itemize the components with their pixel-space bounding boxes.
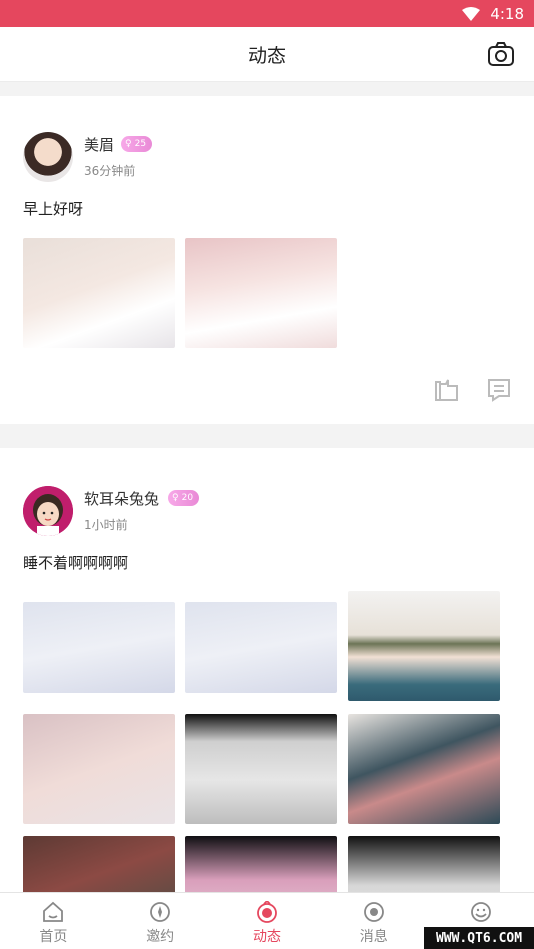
camera-icon[interactable]: [487, 41, 515, 67]
comment-icon[interactable]: [487, 378, 511, 402]
nav-label: 邀约: [146, 929, 175, 945]
username[interactable]: 软耳朵兔兔: [84, 488, 159, 509]
post-photo[interactable]: [348, 714, 500, 824]
post-photo[interactable]: [348, 836, 500, 892]
feed-list[interactable]: 美眉 ♀ 25 36分钟前 早上好呀 软耳朵兔兔 ♀ 20 1小时前 睡不着啊啊…: [0, 82, 534, 892]
top-header: 动态: [0, 27, 534, 82]
badge-icon: ♀: [125, 139, 132, 149]
post-photo[interactable]: [23, 602, 175, 693]
avatar-illustration: [23, 486, 73, 536]
profile-icon: [470, 902, 491, 922]
avatar[interactable]: [23, 132, 73, 182]
username[interactable]: 美眉: [84, 134, 114, 155]
wifi-icon: [462, 6, 481, 21]
nav-item-invite[interactable]: 邀约: [107, 893, 214, 949]
post-photo[interactable]: [185, 714, 337, 824]
badge-value: 25: [134, 139, 147, 149]
nav-label: 首页: [39, 929, 68, 945]
message-icon: [363, 902, 384, 922]
post-time: 1小时前: [84, 518, 128, 532]
page-title: 动态: [247, 44, 286, 67]
level-badge: ♀ 25: [121, 136, 153, 152]
post-photo[interactable]: [23, 714, 175, 824]
status-time: 4:18: [490, 4, 524, 23]
post-photo[interactable]: [23, 836, 175, 892]
post-card[interactable]: 软耳朵兔兔 ♀ 20 1小时前 睡不着啊啊啊啊: [0, 448, 534, 892]
moments-icon: [257, 901, 277, 923]
badge-icon: ♀: [172, 493, 179, 503]
post-photo[interactable]: [185, 238, 337, 348]
post-photo[interactable]: [348, 591, 500, 701]
post-card[interactable]: 美眉 ♀ 25 36分钟前 早上好呀: [0, 96, 534, 424]
nav-label: 消息: [359, 929, 388, 945]
post-photo[interactable]: [185, 602, 337, 693]
share-icon[interactable]: [435, 378, 459, 402]
nav-item-messages[interactable]: 消息: [320, 893, 427, 949]
post-text: 睡不着啊啊啊啊: [23, 554, 129, 572]
invite-icon: [150, 902, 171, 922]
post-text: 早上好呀: [23, 200, 84, 218]
nav-item-moments[interactable]: 动态: [214, 893, 321, 949]
post-photo[interactable]: [185, 836, 337, 892]
watermark: WWW.QT6.COM: [424, 927, 534, 949]
avatar[interactable]: [23, 486, 73, 536]
badge-value: 20: [181, 493, 194, 503]
home-icon: [43, 901, 64, 922]
level-badge: ♀ 20: [168, 490, 200, 506]
nav-item-home[interactable]: 首页: [0, 893, 107, 949]
post-time: 36分钟前: [84, 164, 136, 178]
nav-label: 动态: [252, 929, 281, 945]
post-photo[interactable]: [23, 238, 175, 348]
status-bar: 4:18: [0, 0, 534, 27]
